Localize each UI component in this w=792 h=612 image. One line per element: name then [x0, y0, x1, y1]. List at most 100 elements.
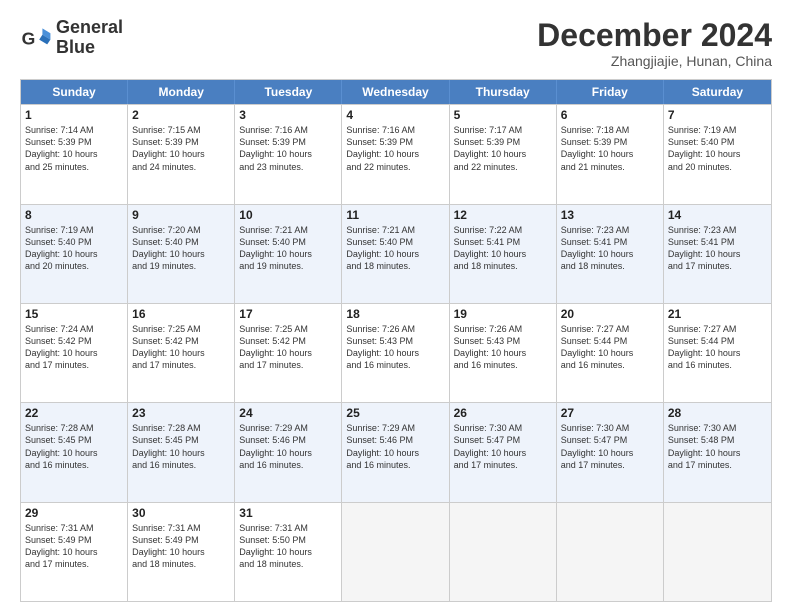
day-info: Sunrise: 7:26 AM Sunset: 5:43 PM Dayligh… — [454, 323, 552, 372]
location: Zhangjiajie, Hunan, China — [537, 53, 772, 69]
day-info: Sunrise: 7:30 AM Sunset: 5:48 PM Dayligh… — [668, 422, 767, 471]
day-info: Sunrise: 7:30 AM Sunset: 5:47 PM Dayligh… — [454, 422, 552, 471]
day-number: 29 — [25, 506, 123, 520]
table-row: 14 Sunrise: 7:23 AM Sunset: 5:41 PM Dayli… — [664, 205, 771, 303]
calendar-row: 1 Sunrise: 7:14 AM Sunset: 5:39 PM Daylig… — [21, 104, 771, 203]
day-number: 16 — [132, 307, 230, 321]
day-number: 23 — [132, 406, 230, 420]
day-number: 3 — [239, 108, 337, 122]
day-number: 14 — [668, 208, 767, 222]
title-block: December 2024 Zhangjiajie, Hunan, China — [537, 18, 772, 69]
table-row: 28 Sunrise: 7:30 AM Sunset: 5:48 PM Dayli… — [664, 403, 771, 501]
table-row: 16 Sunrise: 7:25 AM Sunset: 5:42 PM Dayli… — [128, 304, 235, 402]
day-number: 20 — [561, 307, 659, 321]
day-number: 7 — [668, 108, 767, 122]
day-info: Sunrise: 7:20 AM Sunset: 5:40 PM Dayligh… — [132, 224, 230, 273]
header-friday: Friday — [557, 80, 664, 104]
day-number: 18 — [346, 307, 444, 321]
logo: G General Blue — [20, 18, 123, 58]
table-row: 30 Sunrise: 7:31 AM Sunset: 5:49 PM Dayli… — [128, 503, 235, 601]
day-number: 6 — [561, 108, 659, 122]
day-info: Sunrise: 7:28 AM Sunset: 5:45 PM Dayligh… — [132, 422, 230, 471]
calendar: Sunday Monday Tuesday Wednesday Thursday… — [20, 79, 772, 602]
calendar-row: 15Sunrise: 7:24 AM Sunset: 5:42 PM Dayli… — [21, 303, 771, 402]
day-info: Sunrise: 7:21 AM Sunset: 5:40 PM Dayligh… — [239, 224, 337, 273]
day-number: 11 — [346, 208, 444, 222]
day-info: Sunrise: 7:17 AM Sunset: 5:39 PM Dayligh… — [454, 124, 552, 173]
table-row: 25Sunrise: 7:29 AM Sunset: 5:46 PM Dayli… — [342, 403, 449, 501]
day-number: 19 — [454, 307, 552, 321]
svg-text:G: G — [22, 28, 36, 48]
day-info: Sunrise: 7:21 AM Sunset: 5:40 PM Dayligh… — [346, 224, 444, 273]
day-number: 28 — [668, 406, 767, 420]
table-row: 3 Sunrise: 7:16 AM Sunset: 5:39 PM Daylig… — [235, 105, 342, 203]
day-number: 30 — [132, 506, 230, 520]
table-row: 15Sunrise: 7:24 AM Sunset: 5:42 PM Dayli… — [21, 304, 128, 402]
day-info: Sunrise: 7:14 AM Sunset: 5:39 PM Dayligh… — [25, 124, 123, 173]
table-row: 17Sunrise: 7:25 AM Sunset: 5:42 PM Dayli… — [235, 304, 342, 402]
header-saturday: Saturday — [664, 80, 771, 104]
day-number: 17 — [239, 307, 337, 321]
day-number: 8 — [25, 208, 123, 222]
header-monday: Monday — [128, 80, 235, 104]
day-info: Sunrise: 7:22 AM Sunset: 5:41 PM Dayligh… — [454, 224, 552, 273]
day-number: 24 — [239, 406, 337, 420]
day-info: Sunrise: 7:25 AM Sunset: 5:42 PM Dayligh… — [132, 323, 230, 372]
calendar-header: Sunday Monday Tuesday Wednesday Thursday… — [21, 80, 771, 104]
table-row: 2 Sunrise: 7:15 AM Sunset: 5:39 PM Daylig… — [128, 105, 235, 203]
calendar-row: 22 Sunrise: 7:28 AM Sunset: 5:45 PM Dayli… — [21, 402, 771, 501]
day-info: Sunrise: 7:28 AM Sunset: 5:45 PM Dayligh… — [25, 422, 123, 471]
day-info: Sunrise: 7:23 AM Sunset: 5:41 PM Dayligh… — [668, 224, 767, 273]
day-number: 15 — [25, 307, 123, 321]
table-row — [557, 503, 664, 601]
table-row: 10 Sunrise: 7:21 AM Sunset: 5:40 PM Dayli… — [235, 205, 342, 303]
table-row: 29 Sunrise: 7:31 AM Sunset: 5:49 PM Dayli… — [21, 503, 128, 601]
day-number: 9 — [132, 208, 230, 222]
day-number: 27 — [561, 406, 659, 420]
day-info: Sunrise: 7:27 AM Sunset: 5:44 PM Dayligh… — [561, 323, 659, 372]
day-info: Sunrise: 7:19 AM Sunset: 5:40 PM Dayligh… — [25, 224, 123, 273]
header-thursday: Thursday — [450, 80, 557, 104]
day-number: 1 — [25, 108, 123, 122]
table-row: 20 Sunrise: 7:27 AM Sunset: 5:44 PM Dayli… — [557, 304, 664, 402]
table-row: 1 Sunrise: 7:14 AM Sunset: 5:39 PM Daylig… — [21, 105, 128, 203]
table-row: 23 Sunrise: 7:28 AM Sunset: 5:45 PM Dayli… — [128, 403, 235, 501]
day-number: 12 — [454, 208, 552, 222]
table-row: 18 Sunrise: 7:26 AM Sunset: 5:43 PM Dayli… — [342, 304, 449, 402]
table-row: 19 Sunrise: 7:26 AM Sunset: 5:43 PM Dayli… — [450, 304, 557, 402]
table-row: 12 Sunrise: 7:22 AM Sunset: 5:41 PM Dayli… — [450, 205, 557, 303]
header-sunday: Sunday — [21, 80, 128, 104]
logo-icon: G — [20, 22, 52, 54]
table-row: 27Sunrise: 7:30 AM Sunset: 5:47 PM Dayli… — [557, 403, 664, 501]
day-info: Sunrise: 7:15 AM Sunset: 5:39 PM Dayligh… — [132, 124, 230, 173]
day-number: 22 — [25, 406, 123, 420]
header-tuesday: Tuesday — [235, 80, 342, 104]
day-info: Sunrise: 7:23 AM Sunset: 5:41 PM Dayligh… — [561, 224, 659, 273]
day-number: 31 — [239, 506, 337, 520]
table-row — [664, 503, 771, 601]
day-number: 5 — [454, 108, 552, 122]
table-row: 31Sunrise: 7:31 AM Sunset: 5:50 PM Dayli… — [235, 503, 342, 601]
day-number: 26 — [454, 406, 552, 420]
table-row: 8 Sunrise: 7:19 AM Sunset: 5:40 PM Daylig… — [21, 205, 128, 303]
day-info: Sunrise: 7:31 AM Sunset: 5:49 PM Dayligh… — [132, 522, 230, 571]
table-row: 4 Sunrise: 7:16 AM Sunset: 5:39 PM Daylig… — [342, 105, 449, 203]
table-row: 22 Sunrise: 7:28 AM Sunset: 5:45 PM Dayli… — [21, 403, 128, 501]
table-row: 7Sunrise: 7:19 AM Sunset: 5:40 PM Daylig… — [664, 105, 771, 203]
day-info: Sunrise: 7:29 AM Sunset: 5:46 PM Dayligh… — [346, 422, 444, 471]
logo-text: General Blue — [56, 18, 123, 58]
day-info: Sunrise: 7:16 AM Sunset: 5:39 PM Dayligh… — [239, 124, 337, 173]
table-row: 5 Sunrise: 7:17 AM Sunset: 5:39 PM Daylig… — [450, 105, 557, 203]
day-number: 10 — [239, 208, 337, 222]
day-info: Sunrise: 7:31 AM Sunset: 5:49 PM Dayligh… — [25, 522, 123, 571]
table-row: 11 Sunrise: 7:21 AM Sunset: 5:40 PM Dayli… — [342, 205, 449, 303]
table-row: 9 Sunrise: 7:20 AM Sunset: 5:40 PM Daylig… — [128, 205, 235, 303]
table-row: 6Sunrise: 7:18 AM Sunset: 5:39 PM Daylig… — [557, 105, 664, 203]
day-info: Sunrise: 7:16 AM Sunset: 5:39 PM Dayligh… — [346, 124, 444, 173]
day-info: Sunrise: 7:26 AM Sunset: 5:43 PM Dayligh… — [346, 323, 444, 372]
day-number: 2 — [132, 108, 230, 122]
day-info: Sunrise: 7:29 AM Sunset: 5:46 PM Dayligh… — [239, 422, 337, 471]
day-info: Sunrise: 7:27 AM Sunset: 5:44 PM Dayligh… — [668, 323, 767, 372]
day-number: 4 — [346, 108, 444, 122]
header-wednesday: Wednesday — [342, 80, 449, 104]
